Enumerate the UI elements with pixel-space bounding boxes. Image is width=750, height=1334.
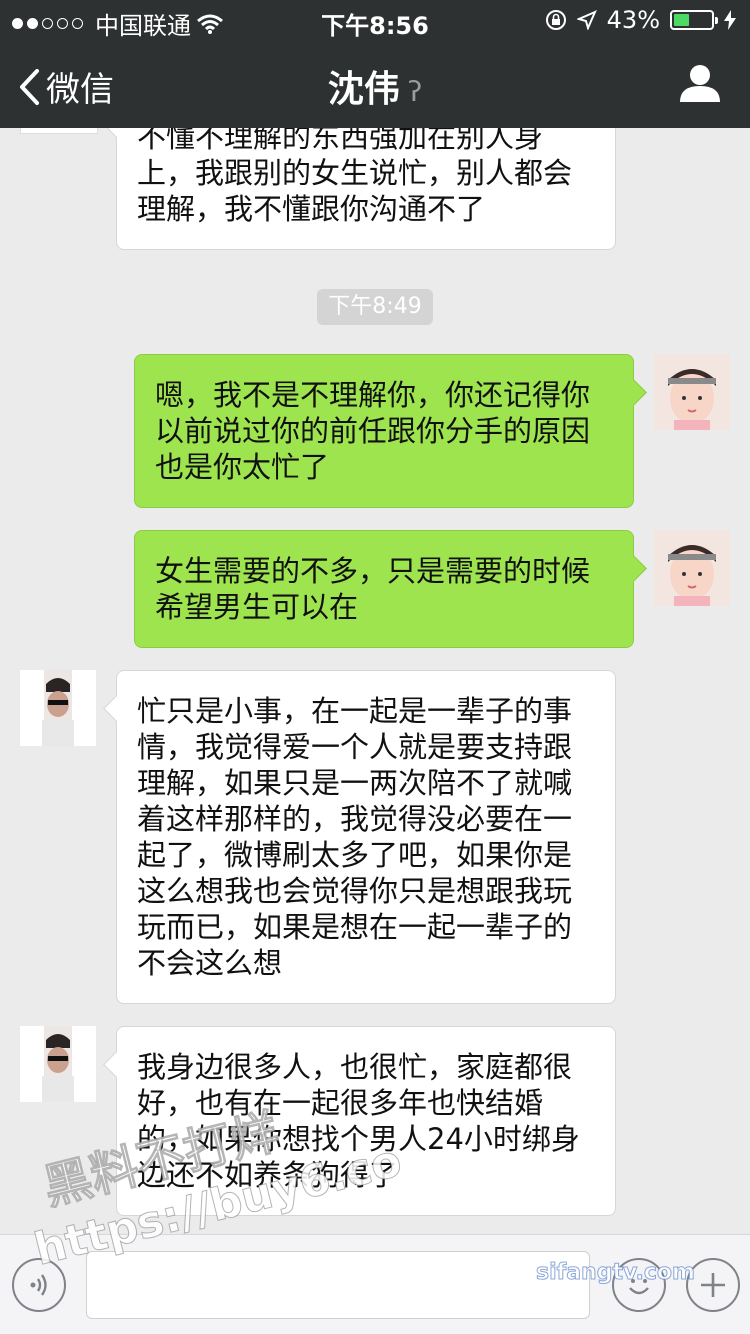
message-list[interactable]: 不懂不理解的东西强加在别人身上，我跟别的女生说忙，别人都会理解，我不懂跟你沟通不… — [0, 128, 750, 1234]
user-icon — [680, 65, 720, 102]
nav-bar: 微信 沈伟 ʔ — [0, 40, 750, 128]
message-bubble[interactable]: 嗯，我不是不理解你，你还记得你以前说过你的前任跟你分手的原因也是你太忙了 — [134, 354, 634, 508]
voice-button[interactable] — [12, 1258, 66, 1312]
status-bar: 中国联通 下午8:56 43% — [0, 0, 750, 40]
message-bubble[interactable]: 我身边很多人，也很忙，家庭都很好，也有在一起很多年也快结婚的，如果你想找个男人2… — [116, 1026, 616, 1216]
rotation-lock-icon — [545, 10, 566, 30]
message-bubble[interactable]: 女生需要的不多，只是需要的时候希望男生可以在 — [134, 530, 634, 648]
avatar[interactable] — [654, 530, 730, 606]
message-bubble[interactable]: 不懂不理解的东西强加在别人身上，我跟别的女生说忙，别人都会理解，我不懂跟你沟通不… — [116, 128, 616, 250]
more-button[interactable] — [686, 1258, 740, 1312]
charging-bolt-icon — [724, 10, 736, 30]
location-arrow-icon — [576, 10, 597, 30]
avatar[interactable] — [20, 128, 98, 134]
earpiece-mode-icon: ʔ — [407, 75, 423, 108]
emoji-icon — [629, 1279, 649, 1295]
input-bar — [0, 1234, 750, 1334]
chat-title: 沈伟 — [327, 69, 400, 110]
message-bubble[interactable]: 忙只是小事，在一起是一辈子的事情，我觉得爱一个人就是要支持跟理解，如果只是一两次… — [116, 670, 616, 1004]
voice-icon — [30, 1274, 47, 1296]
battery-icon — [670, 10, 718, 30]
plus-icon — [701, 1273, 725, 1297]
avatar[interactable] — [20, 1026, 96, 1102]
chat-info-button[interactable] — [680, 64, 720, 106]
message-input[interactable] — [86, 1251, 590, 1319]
avatar[interactable] — [654, 354, 730, 430]
emoji-button[interactable] — [612, 1258, 666, 1312]
battery-percent: 43% — [606, 6, 660, 34]
avatar[interactable] — [20, 670, 96, 746]
message-timestamp: 下午8:49 — [317, 289, 433, 325]
